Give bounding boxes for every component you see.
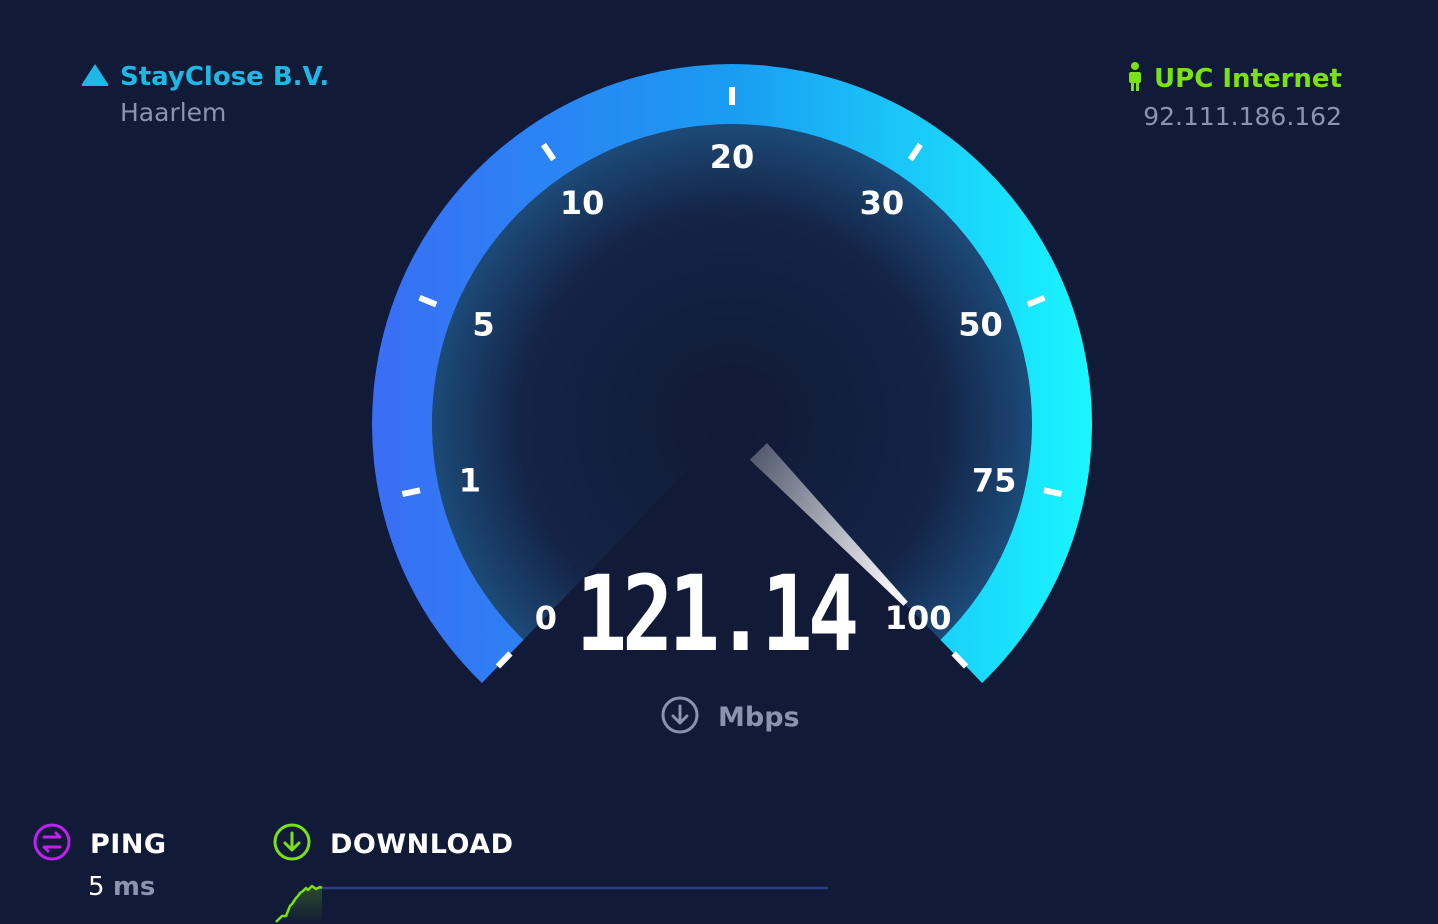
ping-value: 5 <box>88 872 105 902</box>
ping-unit: ms <box>112 872 156 902</box>
ping-metric: PING 5 ms <box>32 822 167 902</box>
ping-label: PING <box>90 828 167 860</box>
ping-icon <box>32 822 72 866</box>
speed-unit: Mbps <box>660 695 800 739</box>
gauge-scale-label: 10 <box>560 184 605 222</box>
download-arrow-icon <box>660 695 700 739</box>
gauge-scale-label: 50 <box>958 306 1003 344</box>
gauge-scale-label: 30 <box>860 184 905 222</box>
gauge-scale-label: 0 <box>535 599 557 637</box>
gauge-tick <box>401 487 421 498</box>
gauge-scale-label: 5 <box>472 306 494 344</box>
gauge-scale-label: 100 <box>885 599 952 637</box>
speedtest-page: StayClose B.V. Haarlem UPC Internet 92.1… <box>0 0 1438 924</box>
download-graph-area <box>276 886 322 924</box>
speed-unit-label: Mbps <box>718 701 800 733</box>
download-metric: DOWNLOAD <box>272 822 514 866</box>
download-label: DOWNLOAD <box>330 828 514 860</box>
download-icon <box>272 822 312 866</box>
gauge-scale-label: 20 <box>710 138 755 176</box>
gauge-tick <box>1043 487 1063 498</box>
gauge-scale-label: 75 <box>972 462 1017 500</box>
gauge-scale-label: 1 <box>459 462 481 500</box>
ping-value-row: 5 ms <box>88 872 167 902</box>
speed-value: 121.14 <box>575 553 859 675</box>
download-graph <box>275 884 828 924</box>
